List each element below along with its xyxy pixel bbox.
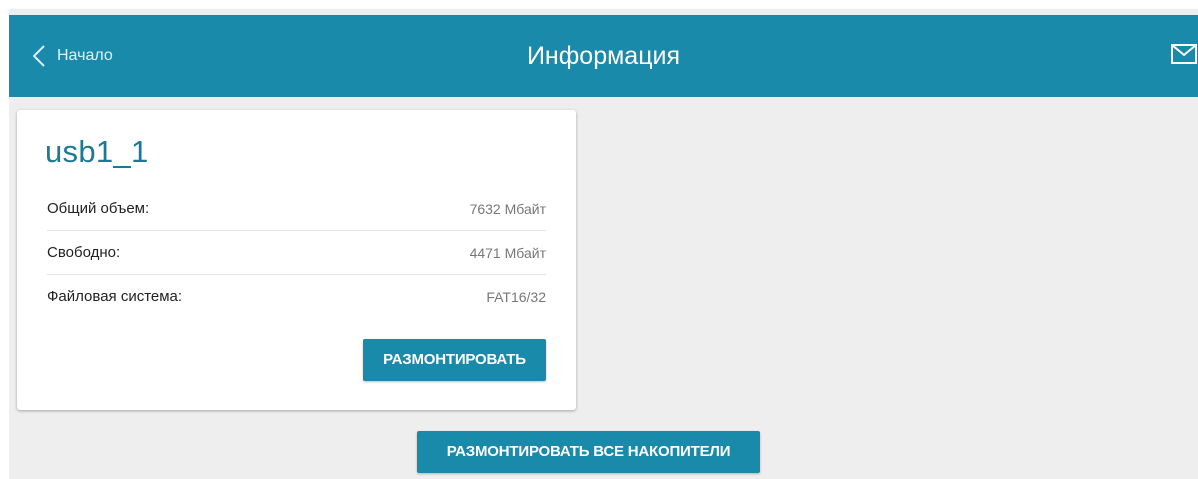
chevron-left-icon bbox=[33, 45, 45, 67]
envelope-icon[interactable] bbox=[1171, 44, 1197, 69]
row-value: 7632 Мбайт bbox=[469, 200, 546, 217]
device-card: usb1_1 Общий объем: 7632 Мбайт Свободно:… bbox=[17, 110, 576, 410]
row-label: Свободно: bbox=[47, 244, 121, 261]
back-link[interactable]: Начало bbox=[33, 15, 113, 97]
unmount-button[interactable]: РАЗМОНТИРОВАТЬ bbox=[363, 339, 546, 381]
unmount-all-button[interactable]: РАЗМОНТИРОВАТЬ ВСЕ НАКОПИТЕЛИ bbox=[417, 431, 760, 473]
row-label: Файловая система: bbox=[47, 288, 183, 305]
page-title: Информация bbox=[526, 42, 681, 70]
row-value: 4471 Мбайт bbox=[469, 244, 546, 261]
total-size-row: Общий объем: 7632 Мбайт bbox=[47, 187, 546, 231]
back-label: Начало bbox=[57, 47, 113, 64]
row-value: FAT16/32 bbox=[486, 288, 546, 305]
app-frame: Начало Информация usb1_1 Общий объем: 76… bbox=[9, 9, 1198, 479]
row-label: Общий объем: bbox=[47, 200, 150, 217]
free-space-row: Свободно: 4471 Мбайт bbox=[47, 231, 546, 275]
filesystem-row: Файловая система: FAT16/32 bbox=[47, 275, 546, 318]
top-bar: Начало Информация bbox=[9, 15, 1198, 97]
device-name: usb1_1 bbox=[45, 134, 149, 169]
